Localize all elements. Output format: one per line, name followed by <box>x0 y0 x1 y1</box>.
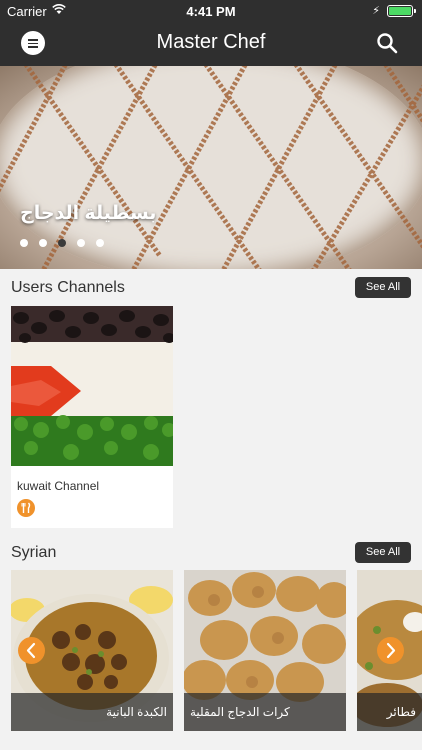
search-icon[interactable] <box>376 32 398 54</box>
recipe-card[interactable]: كرات الدجاج المقلية <box>184 570 346 731</box>
carousel-dot[interactable] <box>20 239 28 247</box>
recipe-title[interactable]: فطائر الكوسا <box>357 693 422 731</box>
recipe-title[interactable]: الكبدة البانية <box>11 693 173 731</box>
fork-knife-icon <box>17 499 35 517</box>
see-all-users-channels-button[interactable]: See All <box>355 277 411 298</box>
status-bar: Carrier 4:41 PM ⚡ <box>0 0 422 22</box>
chevron-right-icon <box>386 642 396 659</box>
battery-icon <box>387 5 416 17</box>
top-bar: Carrier 4:41 PM ⚡ Master Chef <box>0 0 422 66</box>
carousel-dot[interactable] <box>77 239 85 247</box>
charging-icon: ⚡ <box>372 5 380 17</box>
scroll-right-button[interactable] <box>377 637 404 664</box>
see-all-syrian-button[interactable]: See All <box>355 542 411 563</box>
status-time: 4:41 PM <box>186 4 236 19</box>
channel-name[interactable]: kuwait Channel <box>17 479 99 493</box>
channel-image <box>11 306 173 466</box>
hero-recipe-title[interactable]: بسطيلة الدجاج <box>20 202 156 225</box>
channel-card[interactable]: kuwait Channel <box>11 306 173 528</box>
carousel-dot[interactable] <box>96 239 104 247</box>
chevron-left-icon <box>26 642 36 659</box>
recipe-title[interactable]: كرات الدجاج المقلية <box>184 693 346 731</box>
carousel-dot[interactable] <box>39 239 47 247</box>
section-title-syrian: Syrian <box>11 544 57 561</box>
featured-carousel[interactable]: بسطيلة الدجاج <box>0 66 422 269</box>
section-title-users-channels: Users Channels <box>11 279 125 296</box>
scroll-left-button[interactable] <box>18 637 45 664</box>
app-title: Master Chef <box>156 31 266 53</box>
carousel-dot[interactable] <box>58 239 66 247</box>
